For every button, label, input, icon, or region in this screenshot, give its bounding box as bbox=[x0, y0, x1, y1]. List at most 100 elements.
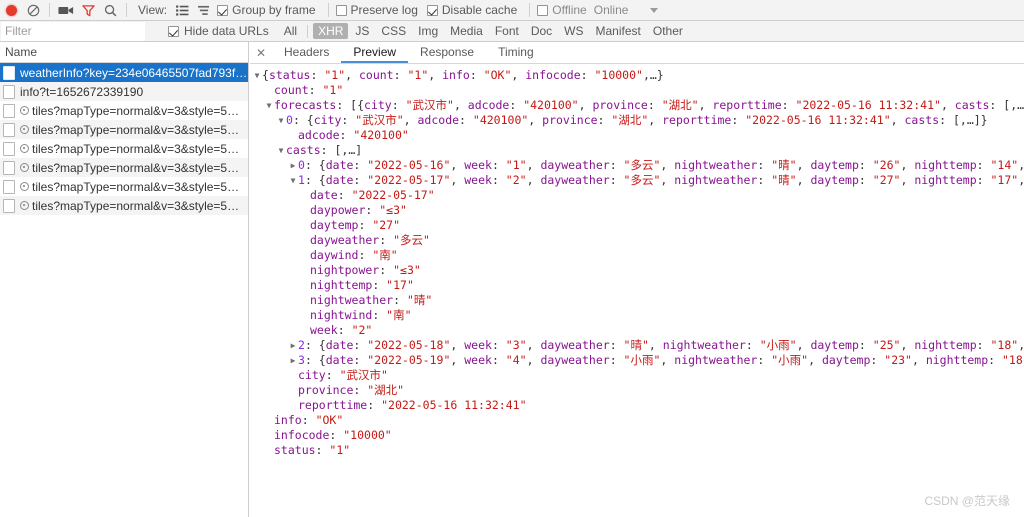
preserve-log-checkbox[interactable]: Preserve log bbox=[334, 3, 425, 17]
json-tree-line[interactable]: daywind: "南" bbox=[250, 248, 1024, 263]
document-icon bbox=[3, 179, 15, 194]
group-by-frame-label: Group by frame bbox=[232, 3, 316, 17]
json-tree-line[interactable]: dayweather: "多云" bbox=[250, 233, 1024, 248]
json-tree-line[interactable]: nightweather: "晴" bbox=[250, 293, 1024, 308]
json-tree-line[interactable]: info: "OK" bbox=[250, 413, 1024, 428]
waterfall-view-icon[interactable] bbox=[193, 0, 215, 20]
tab-timing[interactable]: Timing bbox=[486, 42, 546, 63]
type-filter-all[interactable]: All bbox=[279, 23, 302, 39]
preserve-log-label: Preserve log bbox=[350, 3, 418, 17]
gear-icon bbox=[20, 182, 29, 191]
json-tree-line[interactable]: city: "武汉市" bbox=[250, 368, 1024, 383]
request-list-item[interactable]: tiles?mapType=normal&v=3&style=5… bbox=[0, 139, 248, 158]
json-line-content: dayweather: "多云" bbox=[310, 233, 430, 247]
tab-headers[interactable]: Headers bbox=[272, 42, 341, 63]
request-list-item[interactable]: tiles?mapType=normal&v=3&style=5… bbox=[0, 101, 248, 120]
json-tree-line[interactable]: 0: {city: "武汉市", adcode: "420100", provi… bbox=[250, 113, 1024, 128]
throttle-value[interactable]: Online bbox=[594, 3, 651, 17]
type-filter-font[interactable]: Font bbox=[490, 23, 524, 39]
request-list-panel: Name weatherInfo?key=234e06465507fad793f… bbox=[0, 42, 249, 517]
json-tree-line[interactable]: daypower: "≤3" bbox=[250, 203, 1024, 218]
json-tree-line[interactable]: {status: "1", count: "1", info: "OK", in… bbox=[250, 68, 1024, 83]
triangle-right-icon[interactable] bbox=[288, 158, 298, 173]
request-list-item[interactable]: tiles?mapType=normal&v=3&style=5… bbox=[0, 158, 248, 177]
request-list-rows: weatherInfo?key=234e06465507fad793f6… inf… bbox=[0, 63, 248, 215]
gear-icon bbox=[20, 144, 29, 153]
json-tree-line[interactable]: 2: {date: "2022-05-18", week: "3", daywe… bbox=[250, 338, 1024, 353]
json-line-content: casts: [,…] bbox=[286, 143, 363, 157]
document-icon bbox=[3, 160, 15, 175]
column-header-name[interactable]: Name bbox=[5, 45, 37, 59]
triangle-down-icon[interactable] bbox=[264, 98, 274, 113]
json-tree-line[interactable]: daytemp: "27" bbox=[250, 218, 1024, 233]
group-by-frame-checkbox[interactable]: Group by frame bbox=[215, 3, 322, 17]
checkbox-box bbox=[335, 4, 347, 16]
type-filter-doc[interactable]: Doc bbox=[526, 23, 557, 39]
request-name-label: tiles?mapType=normal&v=3&style=5… bbox=[32, 198, 240, 213]
json-tree-line[interactable]: casts: [,…] bbox=[250, 143, 1024, 158]
camera-icon[interactable] bbox=[55, 0, 77, 20]
json-tree-line[interactable]: 0: {date: "2022-05-16", week: "1", daywe… bbox=[250, 158, 1024, 173]
chevron-down-icon[interactable] bbox=[650, 7, 659, 13]
document-icon bbox=[3, 84, 15, 99]
document-icon bbox=[3, 141, 15, 156]
triangle-right-icon[interactable] bbox=[288, 353, 298, 368]
close-icon[interactable]: ✕ bbox=[250, 46, 272, 60]
json-tree-line[interactable]: adcode: "420100" bbox=[250, 128, 1024, 143]
record-icon[interactable] bbox=[0, 0, 22, 20]
json-tree-line[interactable]: status: "1" bbox=[250, 443, 1024, 458]
json-tree-line[interactable]: 1: {date: "2022-05-17", week: "2", daywe… bbox=[250, 173, 1024, 188]
request-list-header: Name bbox=[0, 42, 248, 63]
json-tree-line[interactable]: nightwind: "南" bbox=[250, 308, 1024, 323]
tab-preview[interactable]: Preview bbox=[341, 42, 409, 63]
request-detail-panel: ✕ Headers Preview Response Timing {statu… bbox=[250, 42, 1024, 517]
watermark: CSDN @范天缘 bbox=[924, 494, 1010, 508]
request-list-item[interactable]: weatherInfo?key=234e06465507fad793f6… bbox=[0, 63, 248, 82]
json-tree-line[interactable]: nighttemp: "17" bbox=[250, 278, 1024, 293]
gear-icon bbox=[20, 163, 29, 172]
json-line-content: daywind: "南" bbox=[310, 248, 398, 262]
json-tree-line[interactable]: 3: {date: "2022-05-19", week: "4", daywe… bbox=[250, 353, 1024, 368]
type-filter-css[interactable]: CSS bbox=[376, 23, 411, 39]
type-filter-media[interactable]: Media bbox=[445, 23, 488, 39]
json-tree-line[interactable]: nightpower: "≤3" bbox=[250, 263, 1024, 278]
triangle-right-icon[interactable] bbox=[288, 338, 298, 353]
triangle-down-icon[interactable] bbox=[252, 68, 262, 83]
request-list-item[interactable]: info?t=1652672339190 bbox=[0, 82, 248, 101]
type-filter-xhr[interactable]: XHR bbox=[313, 23, 349, 39]
json-tree-line[interactable]: forecasts: [{city: "武汉市", adcode: "42010… bbox=[250, 98, 1024, 113]
request-list-item[interactable]: tiles?mapType=normal&v=3&style=5… bbox=[0, 120, 248, 139]
search-icon[interactable] bbox=[99, 0, 121, 20]
offline-checkbox[interactable]: Offline bbox=[535, 3, 593, 17]
request-list-item[interactable]: tiles?mapType=normal&v=3&style=5… bbox=[0, 196, 248, 215]
type-filter-img[interactable]: Img bbox=[413, 23, 443, 39]
triangle-down-icon[interactable] bbox=[276, 113, 286, 128]
tab-response[interactable]: Response bbox=[408, 42, 486, 63]
document-icon bbox=[3, 103, 15, 118]
triangle-down-icon[interactable] bbox=[288, 173, 298, 188]
toolbar-divider-1 bbox=[49, 3, 50, 17]
type-divider bbox=[307, 24, 309, 38]
request-name-label: tiles?mapType=normal&v=3&style=5… bbox=[32, 179, 240, 194]
triangle-down-icon[interactable] bbox=[276, 143, 286, 158]
json-line-content: 2: {date: "2022-05-18", week: "3", daywe… bbox=[298, 338, 1024, 352]
type-filter-ws[interactable]: WS bbox=[559, 23, 588, 39]
json-tree-line[interactable]: infocode: "10000" bbox=[250, 428, 1024, 443]
json-tree-line[interactable]: date: "2022-05-17" bbox=[250, 188, 1024, 203]
json-tree-line[interactable]: province: "湖北" bbox=[250, 383, 1024, 398]
disable-cache-checkbox[interactable]: Disable cache bbox=[425, 3, 524, 17]
request-list-item[interactable]: tiles?mapType=normal&v=3&style=5… bbox=[0, 177, 248, 196]
json-tree-line[interactable]: week: "2" bbox=[250, 323, 1024, 338]
list-view-icon[interactable] bbox=[171, 0, 193, 20]
json-tree-line[interactable]: count: "1" bbox=[250, 83, 1024, 98]
type-filter-other[interactable]: Other bbox=[648, 23, 688, 39]
type-filter-js[interactable]: JS bbox=[350, 23, 374, 39]
filter-input[interactable] bbox=[1, 21, 145, 41]
toolbar-divider-3 bbox=[327, 3, 329, 17]
json-tree-line[interactable]: reporttime: "2022-05-16 11:32:41" bbox=[250, 398, 1024, 413]
hide-data-urls-checkbox[interactable]: Hide data URLs bbox=[168, 24, 269, 38]
filter-icon[interactable] bbox=[77, 0, 99, 20]
json-line-content: daypower: "≤3" bbox=[310, 203, 407, 217]
clear-icon[interactable] bbox=[22, 0, 44, 20]
type-filter-manifest[interactable]: Manifest bbox=[591, 23, 646, 39]
